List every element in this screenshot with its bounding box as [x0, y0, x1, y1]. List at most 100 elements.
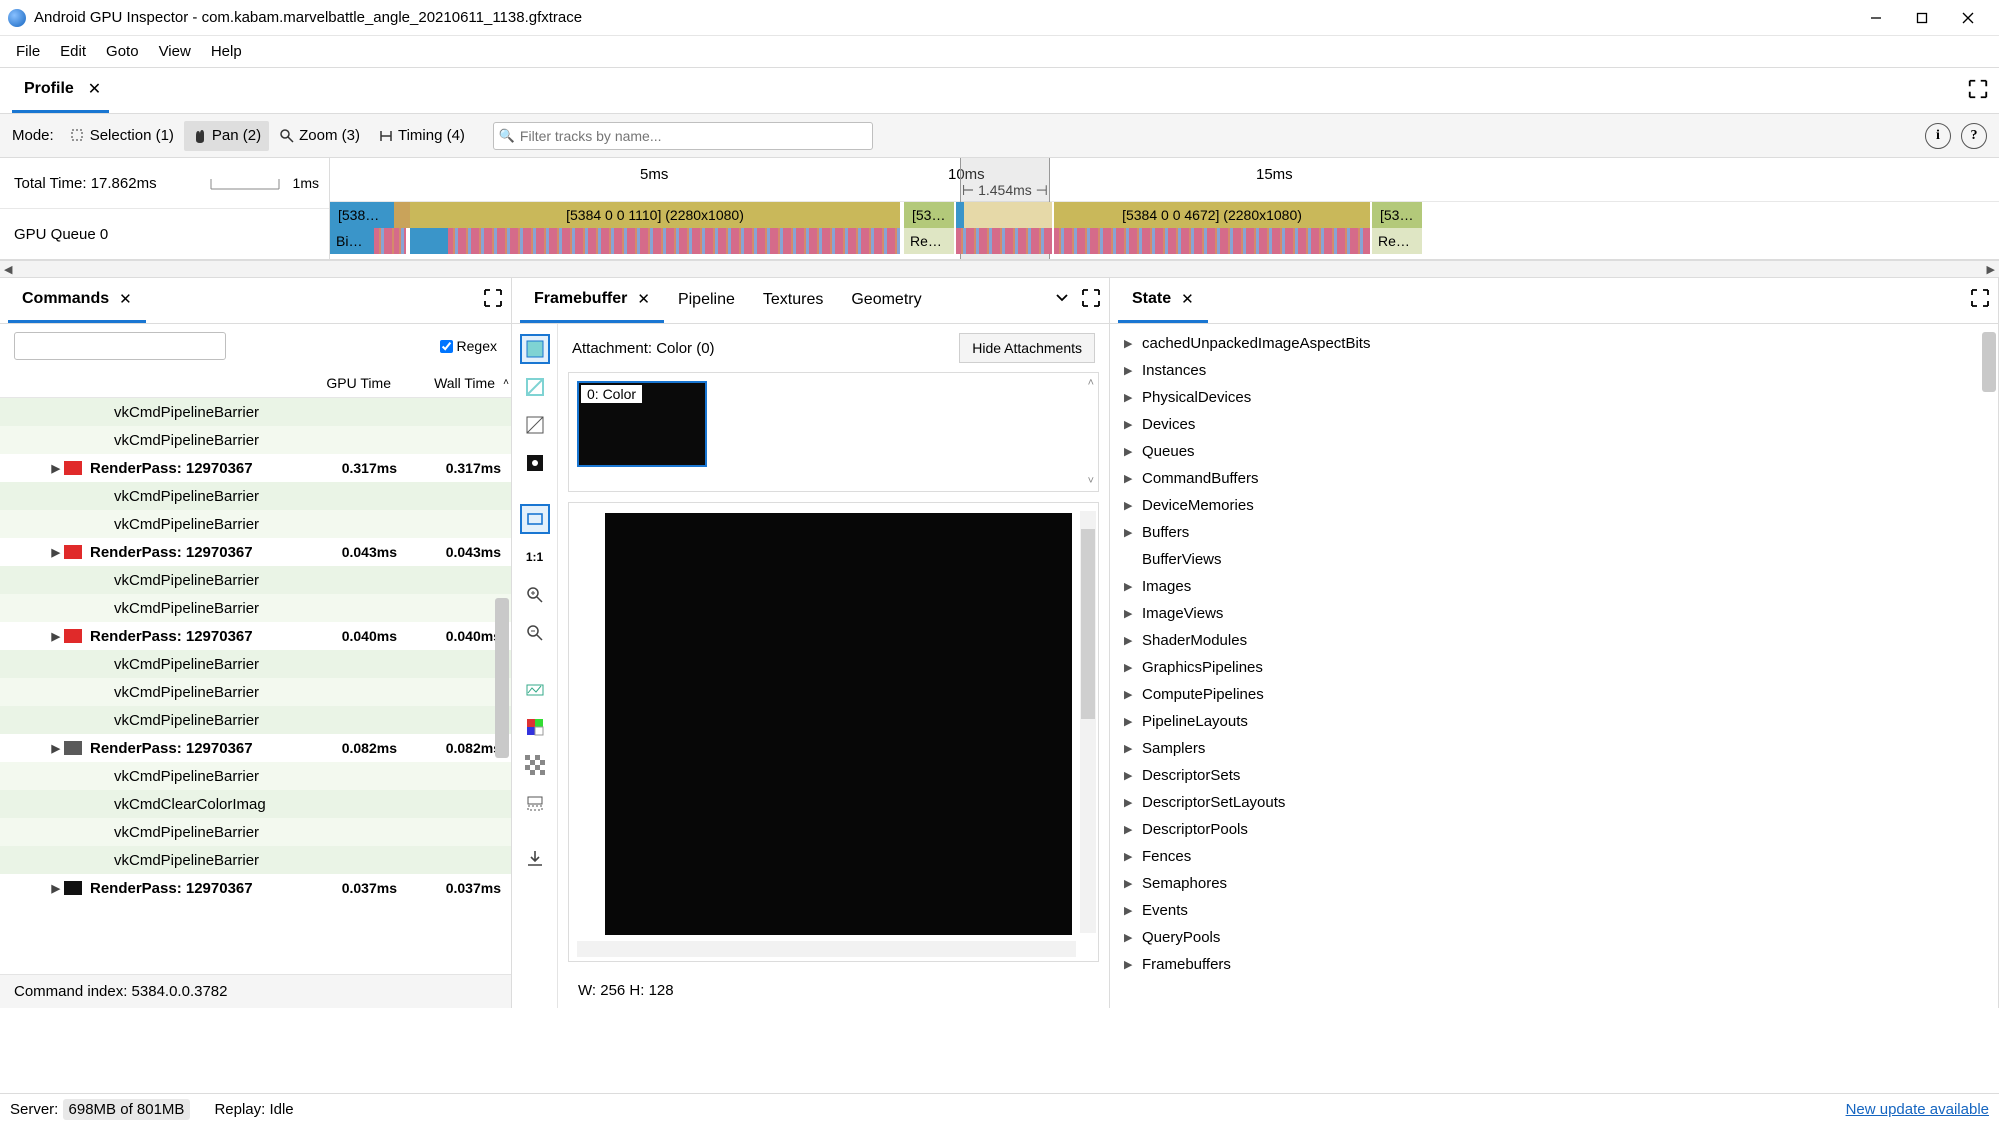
- state-item[interactable]: ▶Queues: [1110, 438, 1998, 465]
- state-item[interactable]: ▶Semaphores: [1110, 870, 1998, 897]
- expand-icon[interactable]: ▶: [1124, 850, 1142, 863]
- menu-goto[interactable]: Goto: [96, 39, 149, 64]
- fb-tool-checker[interactable]: [520, 750, 550, 780]
- expand-icon[interactable]: ▶: [1124, 526, 1142, 539]
- state-item[interactable]: ▶DescriptorPools: [1110, 816, 1998, 843]
- expand-icon[interactable]: ▶: [1124, 391, 1142, 404]
- fb-tool-histogram[interactable]: [520, 674, 550, 704]
- menu-help[interactable]: Help: [201, 39, 252, 64]
- fb-tool-actual[interactable]: 1:1: [520, 542, 550, 572]
- command-row[interactable]: vkCmdPipelineBarrier: [0, 566, 511, 594]
- regex-checkbox[interactable]: [440, 340, 453, 353]
- commands-rows[interactable]: vkCmdPipelineBarriervkCmdPipelineBarrier…: [0, 398, 511, 974]
- state-scroll-thumb[interactable]: [1982, 332, 1996, 392]
- gpu-queue-row[interactable]: GPU Queue 0: [0, 209, 329, 259]
- textures-tab[interactable]: Textures: [749, 277, 837, 323]
- scroll-right-icon[interactable]: ▶: [1987, 263, 1995, 276]
- expand-icon[interactable]: ▶: [1124, 688, 1142, 701]
- framebuffer-canvas[interactable]: [605, 513, 1072, 935]
- col-wall-time[interactable]: Wall Time ˄: [401, 375, 511, 391]
- commands-tab-close-icon[interactable]: ✕: [119, 290, 132, 308]
- menu-file[interactable]: File: [6, 39, 50, 64]
- commands-scroll-thumb[interactable]: [495, 598, 509, 758]
- expand-icon[interactable]: ▶: [52, 630, 60, 643]
- command-row[interactable]: vkCmdPipelineBarrier: [0, 706, 511, 734]
- mode-zoom-button[interactable]: Zoom (3): [271, 121, 368, 151]
- command-row[interactable]: ▶RenderPass: 129703670.082ms0.082ms: [0, 734, 511, 762]
- filter-tracks-input[interactable]: [493, 122, 873, 150]
- state-item[interactable]: ▶QueryPools: [1110, 924, 1998, 951]
- command-row[interactable]: ▶RenderPass: 129703670.317ms0.317ms: [0, 454, 511, 482]
- command-row[interactable]: vkCmdPipelineBarrier: [0, 678, 511, 706]
- geometry-tab[interactable]: Geometry: [837, 277, 935, 323]
- seg-g2b[interactable]: [956, 228, 1052, 254]
- fb-hscroll[interactable]: [577, 941, 1076, 957]
- seg-c-sub[interactable]: Render: [904, 228, 954, 254]
- state-item[interactable]: ▶PhysicalDevices: [1110, 384, 1998, 411]
- mode-timing-button[interactable]: Timing (4): [370, 121, 473, 151]
- seg-e-header[interactable]: [538...: [1372, 202, 1422, 228]
- fb-vscroll[interactable]: [1080, 511, 1096, 933]
- state-item[interactable]: ▶DescriptorSets: [1110, 762, 1998, 789]
- state-tree[interactable]: ▶cachedUnpackedImageAspectBits▶Instances…: [1110, 324, 1998, 1008]
- command-row[interactable]: vkCmdPipelineBarrier: [0, 594, 511, 622]
- thumbs-scroll-up-icon[interactable]: ˄: [1088, 377, 1094, 389]
- update-link[interactable]: New update available: [1846, 1101, 1989, 1118]
- state-item[interactable]: ▶Instances: [1110, 357, 1998, 384]
- expand-icon[interactable]: ▶: [52, 742, 60, 755]
- expand-icon[interactable]: ▶: [1124, 661, 1142, 674]
- seg-d-header[interactable]: [5384 0 0 4672] (2280x1080): [1054, 202, 1370, 228]
- maximize-button[interactable]: [1899, 3, 1945, 33]
- expand-icon[interactable]: ▶: [1124, 499, 1142, 512]
- hide-attachments-button[interactable]: Hide Attachments: [959, 333, 1095, 363]
- fb-tool-flip[interactable]: [520, 788, 550, 818]
- expand-icon[interactable]: ▶: [52, 462, 60, 475]
- state-item[interactable]: ▶Framebuffers: [1110, 951, 1998, 978]
- command-row[interactable]: ▶RenderPass: 129703670.040ms0.040ms: [0, 622, 511, 650]
- state-tab-close-icon[interactable]: ✕: [1181, 290, 1194, 308]
- command-row[interactable]: vkCmdPipelineBarrier: [0, 426, 511, 454]
- mode-selection-button[interactable]: Selection (1): [62, 121, 182, 151]
- expand-icon[interactable]: ▶: [1124, 877, 1142, 890]
- expand-icon[interactable]: ▶: [1124, 742, 1142, 755]
- fb-tool-zoomin[interactable]: [520, 580, 550, 610]
- expand-icon[interactable]: ▶: [1124, 958, 1142, 971]
- expand-icon[interactable]: ▶: [1124, 445, 1142, 458]
- fb-tool-color[interactable]: [520, 334, 550, 364]
- state-item[interactable]: ▶GraphicsPipelines: [1110, 654, 1998, 681]
- state-item[interactable]: ▶ComputePipelines: [1110, 681, 1998, 708]
- mode-pan-button[interactable]: Pan (2): [184, 121, 269, 151]
- expand-icon[interactable]: ▶: [1124, 472, 1142, 485]
- expand-panel-icon[interactable]: [1967, 78, 1989, 100]
- timeline-tracks[interactable]: 5ms 10ms 15ms ⊢ 1.454ms ⊣ [5384 0... Bin…: [330, 158, 1999, 259]
- command-row[interactable]: vkCmdClearColorImag: [0, 790, 511, 818]
- regex-toggle[interactable]: Regex: [440, 338, 497, 354]
- seg-e-sub[interactable]: Render: [1372, 228, 1422, 254]
- fb-tool-depth[interactable]: [520, 448, 550, 478]
- expand-icon[interactable]: ▶: [52, 882, 60, 895]
- seg-b-sub1[interactable]: [410, 228, 448, 254]
- state-item[interactable]: ▶DescriptorSetLayouts: [1110, 789, 1998, 816]
- state-item[interactable]: ▶CommandBuffers: [1110, 465, 1998, 492]
- seg-gap1[interactable]: [394, 202, 410, 228]
- state-item[interactable]: ▶Samplers: [1110, 735, 1998, 762]
- fb-tool-overdraw[interactable]: [520, 410, 550, 440]
- seg-g2c[interactable]: [964, 202, 1052, 228]
- expand-icon[interactable]: ▶: [1124, 580, 1142, 593]
- command-row[interactable]: vkCmdPipelineBarrier: [0, 762, 511, 790]
- expand-icon[interactable]: ▶: [1124, 607, 1142, 620]
- framebuffer-expand-icon[interactable]: [1081, 288, 1101, 308]
- commands-expand-icon[interactable]: [483, 288, 503, 308]
- scroll-left-icon[interactable]: ◀: [4, 263, 12, 276]
- commands-search-input[interactable]: [14, 332, 226, 360]
- framebuffer-tab[interactable]: Framebuffer ✕: [520, 277, 664, 323]
- command-row[interactable]: vkCmdPipelineBarrier: [0, 846, 511, 874]
- expand-icon[interactable]: ▶: [52, 546, 60, 559]
- pipeline-tab[interactable]: Pipeline: [664, 277, 749, 323]
- info-button[interactable]: i: [1925, 123, 1951, 149]
- command-row[interactable]: vkCmdPipelineBarrier: [0, 818, 511, 846]
- command-row[interactable]: vkCmdPipelineBarrier: [0, 398, 511, 426]
- state-item[interactable]: ▶Buffers: [1110, 519, 1998, 546]
- seg-c-header[interactable]: [538...: [904, 202, 954, 228]
- seg-a-header[interactable]: [5384 0...: [330, 202, 394, 228]
